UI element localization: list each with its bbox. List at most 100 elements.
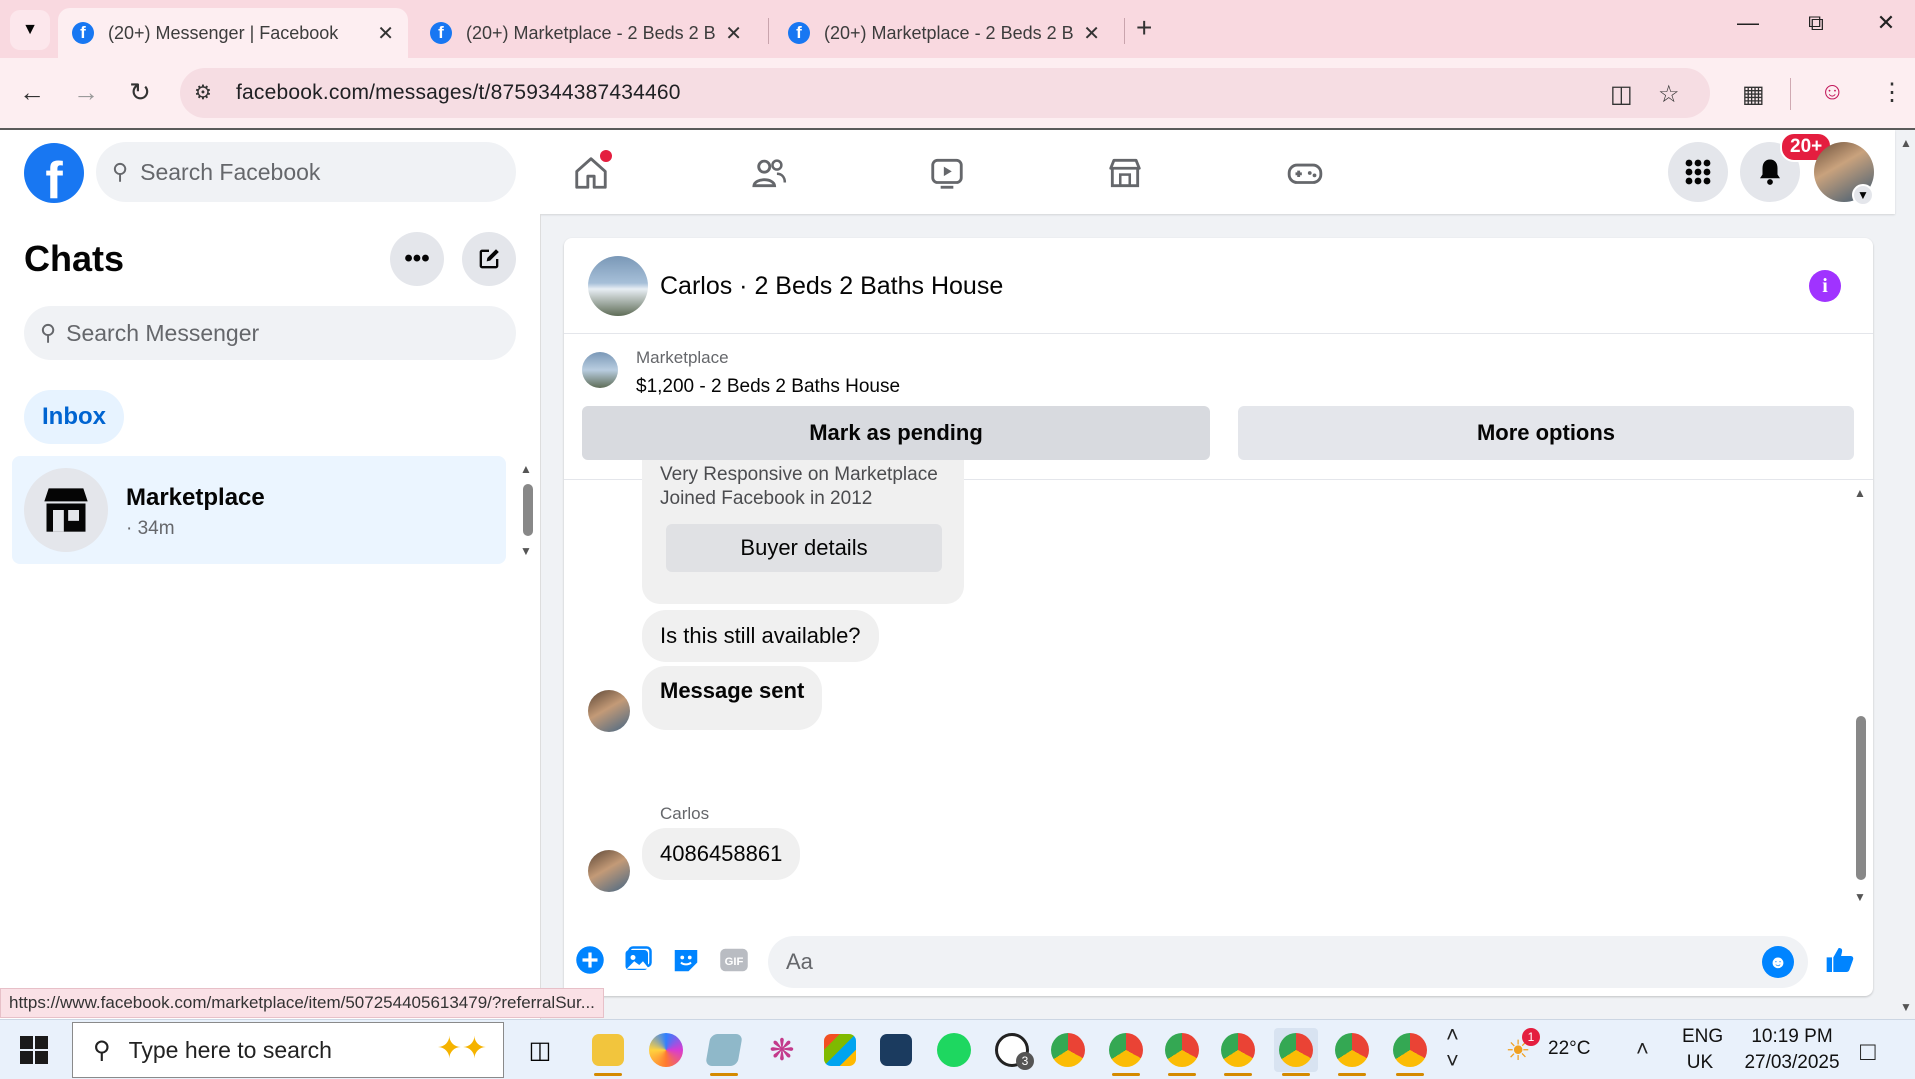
toolbar-separator [1790,78,1791,110]
search-placeholder: Search Facebook [140,158,321,185]
clock-time[interactable]: 10:19 PM [1732,1026,1852,1048]
weather-temperature[interactable]: 22°C [1548,1038,1590,1060]
search-placeholder: Search Messenger [66,319,260,346]
bookmark-star-icon[interactable]: ☆ [1658,80,1680,109]
nav-gaming[interactable] [1280,148,1330,198]
chevron-down-icon[interactable]: ▼ [1852,184,1874,206]
chat-options-button[interactable]: ••• [390,232,444,286]
copilot-icon[interactable] [644,1028,688,1072]
tab-marketplace-1[interactable]: f (20+) Marketplace - 2 Beds 2 Ba ✕ [416,8,756,58]
more-vertical-icon[interactable]: ⋮ [1880,78,1904,107]
reload-icon[interactable]: ↻ [120,72,160,112]
notification-center-icon[interactable]: □ [1860,1036,1876,1067]
tray-expand-down-icon[interactable]: ˅ [1446,1048,1459,1074]
tab-marketplace-2[interactable]: f (20+) Marketplace - 2 Beds 2 Ba ✕ [774,8,1114,58]
chrome-profile-icon[interactable] [1274,1028,1318,1076]
listing-thumbnail[interactable] [582,352,618,388]
new-tab-button[interactable]: + [1136,12,1152,44]
inbox-filter-button[interactable]: Inbox [24,390,124,444]
thread-scrollbar-thumb[interactable] [1856,716,1866,880]
forward-arrow-icon[interactable]: → [66,72,106,112]
gif-icon[interactable]: GIF [718,944,750,976]
install-app-icon[interactable]: ◫ [1610,80,1633,109]
language-bottom[interactable]: UK [1682,1052,1718,1074]
shield-icon[interactable] [874,1028,918,1072]
nav-friends[interactable] [744,148,794,198]
message-composer: GIF Aa ☻ [564,930,1873,996]
scroll-down-arrow-icon[interactable]: ▼ [520,544,532,558]
scroll-down-arrow-icon[interactable]: ▼ [1900,1000,1912,1014]
conversation-avatar[interactable] [588,256,648,316]
facebook-search[interactable]: ⚲ Search Facebook [96,142,516,202]
sticker-icon[interactable] [670,944,702,976]
chrome-profile-icon[interactable] [1160,1028,1204,1076]
compose-icon [479,249,499,269]
close-icon[interactable]: ✕ [725,21,742,46]
chrome-profile-icon[interactable] [1216,1028,1260,1076]
address-bar[interactable]: ⚙ facebook.com/messages/t/87593443874344… [180,68,1710,118]
notes-app-icon[interactable] [702,1028,746,1076]
restore-icon[interactable]: ⧉ [1796,10,1836,36]
microsoft-store-icon[interactable] [818,1028,862,1072]
more-options-button[interactable]: More options [1238,406,1854,460]
tray-expand-up-icon[interactable]: ˄ [1446,1022,1459,1048]
photo-icon[interactable] [622,944,654,976]
scroll-down-arrow-icon[interactable]: ▼ [1854,890,1866,904]
video-icon [931,158,963,189]
nav-marketplace[interactable] [1100,148,1150,198]
profile-icon[interactable]: ☺ [1820,78,1845,106]
close-icon[interactable]: ✕ [1083,21,1100,46]
new-message-button[interactable] [462,232,516,286]
message-thread: Very Responsive on Marketplace Joined Fa… [564,460,1873,930]
close-icon[interactable]: ✕ [377,21,394,46]
tab-search-button[interactable]: ▼ [10,10,50,50]
scroll-up-arrow-icon[interactable]: ▲ [1900,136,1912,150]
facebook-logo[interactable]: f [24,143,84,203]
windows-start-icon[interactable] [20,1036,48,1064]
info-icon[interactable]: i [1809,270,1841,302]
listing-title[interactable]: $1,200 - 2 Beds 2 Baths House [636,376,900,398]
site-info-icon[interactable]: ⚙ [194,80,220,106]
chrome-profile-icon[interactable] [1330,1028,1374,1076]
minimize-icon[interactable]: — [1728,10,1768,36]
emoji-icon[interactable]: ☻ [1762,946,1794,978]
taskbar-search[interactable]: ⚲ Type here to search ✦✦ [72,1022,504,1078]
scroll-up-arrow-icon[interactable]: ▲ [1854,486,1866,500]
task-view-icon[interactable]: ◫ [518,1028,562,1072]
chrome-profile-icon[interactable] [1104,1028,1148,1076]
file-explorer-icon[interactable] [586,1028,630,1076]
nav-video[interactable] [922,148,972,198]
scroll-up-arrow-icon[interactable]: ▲ [520,462,532,476]
tab-title: (20+) Marketplace - 2 Beds 2 Ba [824,22,1074,43]
tab-messenger[interactable]: f (20+) Messenger | Facebook ✕ [58,8,408,58]
gamepad-icon [1287,163,1323,184]
spotify-icon[interactable] [932,1028,976,1072]
close-window-icon[interactable]: ✕ [1866,10,1906,36]
chevron-up-icon[interactable]: ˄ [1636,1036,1649,1062]
url-text[interactable]: facebook.com/messages/t/8759344387434460 [236,81,681,105]
weather-icon[interactable]: ☀ 1 [1496,1028,1540,1072]
chrome-icon[interactable] [1046,1028,1090,1072]
more-horizontal-icon: ••• [404,245,430,272]
language-top[interactable]: ENG [1682,1026,1723,1048]
back-arrow-icon[interactable]: ← [12,72,52,112]
messenger-search-input[interactable]: ⚲ Search Messenger [24,306,516,360]
thumbs-up-icon[interactable] [1824,944,1856,976]
friends-icon [752,159,787,188]
menu-button[interactable] [1668,142,1728,202]
conversation-title[interactable]: Carlos · 2 Beds 2 Baths House [660,272,1003,301]
mark-as-pending-button[interactable]: Mark as pending [582,406,1210,460]
tab-separator [1124,18,1125,44]
whatsapp-icon[interactable]: 3 [990,1028,1034,1072]
plus-icon[interactable] [574,944,606,976]
extensions-icon[interactable]: ▦ [1742,80,1765,109]
tab-separator [768,18,769,44]
network-app-icon[interactable]: ❋ [760,1028,804,1072]
nav-home[interactable] [566,148,616,198]
message-input[interactable]: Aa ☻ [768,936,1808,988]
clock-date[interactable]: 27/03/2025 [1732,1052,1852,1074]
list-item[interactable]: Marketplace · 34m [12,456,506,564]
sidebar-scrollbar-thumb[interactable] [523,484,533,536]
chrome-profile-icon[interactable] [1388,1028,1432,1076]
buyer-details-button[interactable]: Buyer details [666,524,942,572]
